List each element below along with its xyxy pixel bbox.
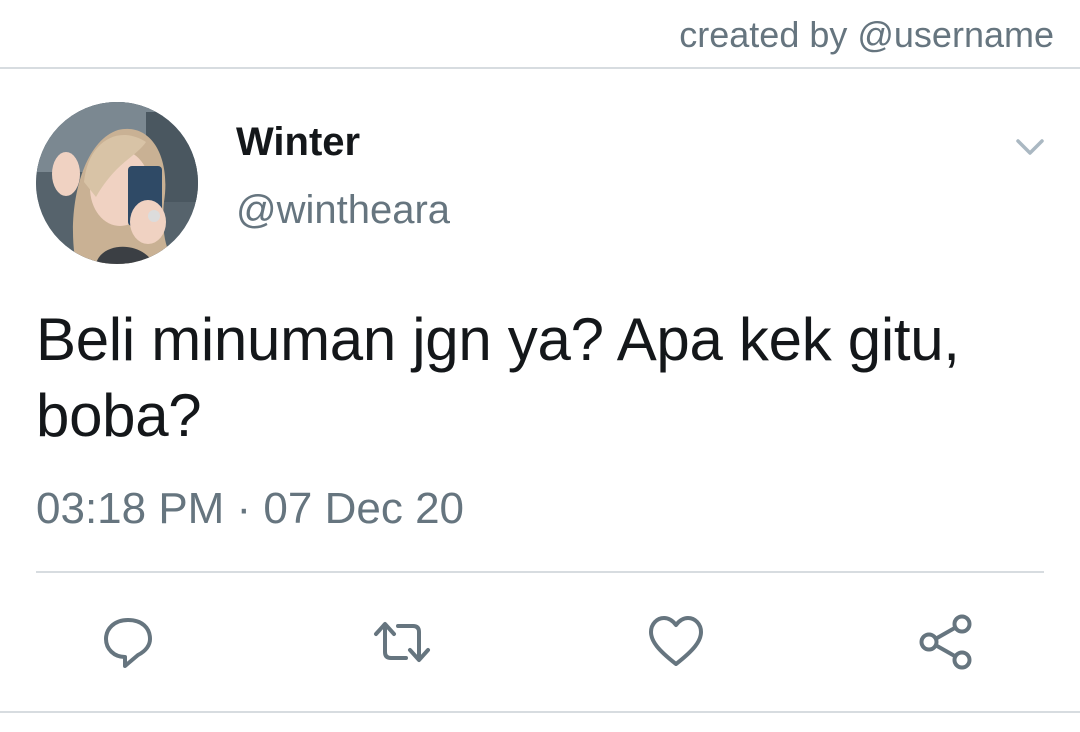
- retweet-icon: [374, 622, 430, 662]
- bottom-divider: [0, 711, 1080, 713]
- like-button[interactable]: [646, 612, 706, 672]
- share-icon: [919, 614, 972, 670]
- tweet-screenshot: created by @username Winter @wintheara B…: [0, 0, 1080, 732]
- avatar-photo: [36, 102, 198, 264]
- user-handle[interactable]: @wintheara: [236, 188, 450, 233]
- tweet-timestamp[interactable]: 03:18 PM · 07 Dec 20: [36, 484, 464, 534]
- display-name[interactable]: Winter: [236, 120, 360, 165]
- credit-label: created by @username: [679, 14, 1054, 55]
- actions-divider: [36, 571, 1044, 573]
- reply-button[interactable]: [98, 612, 158, 672]
- avatar[interactable]: [36, 102, 198, 264]
- chevron-down-icon[interactable]: [1010, 132, 1050, 162]
- share-button[interactable]: [916, 612, 976, 672]
- retweet-button[interactable]: [372, 612, 432, 672]
- top-divider: [0, 67, 1080, 69]
- reply-icon: [104, 618, 152, 668]
- heart-icon: [649, 616, 703, 666]
- tweet-text: Beli minuman jgn ya? Apa kek gitu, boba?: [36, 306, 960, 449]
